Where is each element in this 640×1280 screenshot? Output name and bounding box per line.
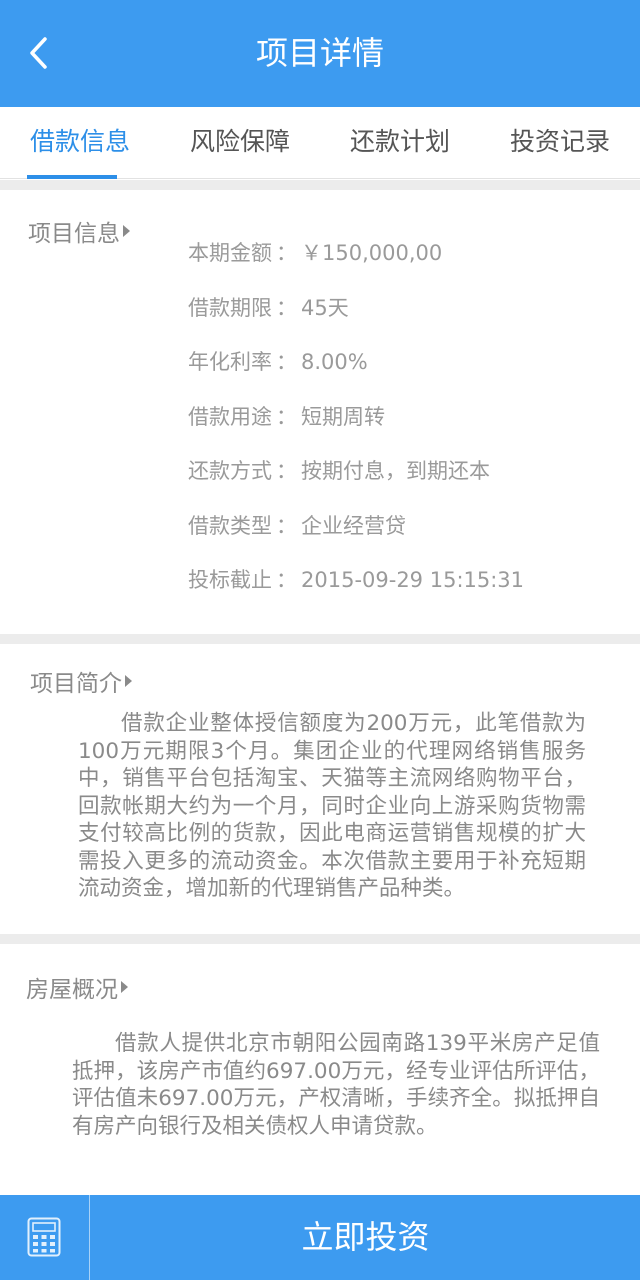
section-divider (0, 934, 640, 944)
info-value: 45天 (301, 295, 349, 320)
info-label: 借款类型 (188, 513, 272, 538)
invest-now-button[interactable]: 立即投资 (91, 1195, 640, 1280)
info-row-term: 借款期限： 45天 (188, 288, 628, 343)
info-value: 按期付息，到期还本 (301, 459, 490, 483)
project-info-heading[interactable]: 项目信息 (28, 214, 130, 248)
info-row-loan-type: 借款类型：企业经营贷 (188, 506, 628, 561)
tab-loan-info[interactable]: 借款信息 (0, 107, 160, 179)
info-row-rate: 年化利率： 8.00% (188, 342, 628, 397)
info-value: 8.00% (301, 350, 368, 374)
tab-bar: 借款信息 风险保障 还款计划 投资记录 (0, 107, 640, 179)
info-label: 还款方式 (188, 459, 272, 483)
info-value: 短期周转 (301, 404, 385, 429)
info-separator: ： (276, 404, 297, 429)
caret-right-icon (123, 225, 130, 237)
caret-right-icon (121, 981, 128, 993)
house-overview-text: 借款人提供北京市朝阳公园南路139平米房产足值抵押，该房产市值约697.00万元… (72, 1031, 600, 1139)
info-label: 借款用途 (188, 404, 272, 429)
info-row-purpose: 借款用途：短期周转 (188, 397, 628, 452)
house-overview-heading[interactable]: 房屋概况 (26, 970, 128, 1004)
info-row-deadline: 投标截止： 2015-09-29 15:15:31 (188, 560, 628, 615)
caret-right-icon (125, 675, 132, 687)
project-summary-heading[interactable]: 项目简介 (30, 664, 132, 698)
info-separator: ： (276, 241, 297, 265)
info-separator: ： (276, 513, 297, 538)
info-separator: ： (276, 459, 297, 483)
info-separator: ： (276, 568, 297, 592)
calculator-button[interactable] (0, 1195, 90, 1280)
info-separator: ： (276, 350, 297, 374)
tab-repayment-plan[interactable]: 还款计划 (320, 107, 480, 179)
tab-risk-guarantee[interactable]: 风险保障 (160, 107, 320, 179)
info-separator: ： (276, 295, 297, 320)
info-row-amount: 本期金额： ￥150,000,00 (188, 233, 628, 288)
info-label: 借款期限 (188, 295, 272, 320)
info-value: 2015-09-29 15:15:31 (301, 568, 525, 592)
section-divider (0, 180, 640, 190)
section-title-label: 房屋概况 (26, 977, 118, 1003)
info-label: 年化利率 (188, 350, 272, 374)
project-summary-text: 借款企业整体授信额度为200万元，此笔借款为100万元期限3个月。集团企业的代理… (78, 711, 586, 901)
app-header: 项目详情 (0, 0, 640, 107)
info-label: 本期金额 (188, 241, 272, 265)
info-label: 投标截止 (188, 568, 272, 592)
calculator-icon (27, 1217, 61, 1257)
info-row-repayment: 还款方式：按期付息，到期还本 (188, 451, 628, 506)
page-title: 项目详情 (255, 34, 384, 72)
bottom-action-bar: 立即投资 (0, 1195, 640, 1280)
info-value: 企业经营贷 (301, 513, 406, 538)
info-value: ￥150,000,00 (301, 241, 443, 265)
project-info-list: 本期金额： ￥150,000,00 借款期限： 45天 年化利率： 8.00% 借款用… (188, 233, 628, 615)
tab-investment-records[interactable]: 投资记录 (480, 107, 640, 179)
section-divider (0, 634, 640, 644)
section-title-label: 项目简介 (30, 671, 122, 697)
section-title-label: 项目信息 (28, 221, 120, 247)
